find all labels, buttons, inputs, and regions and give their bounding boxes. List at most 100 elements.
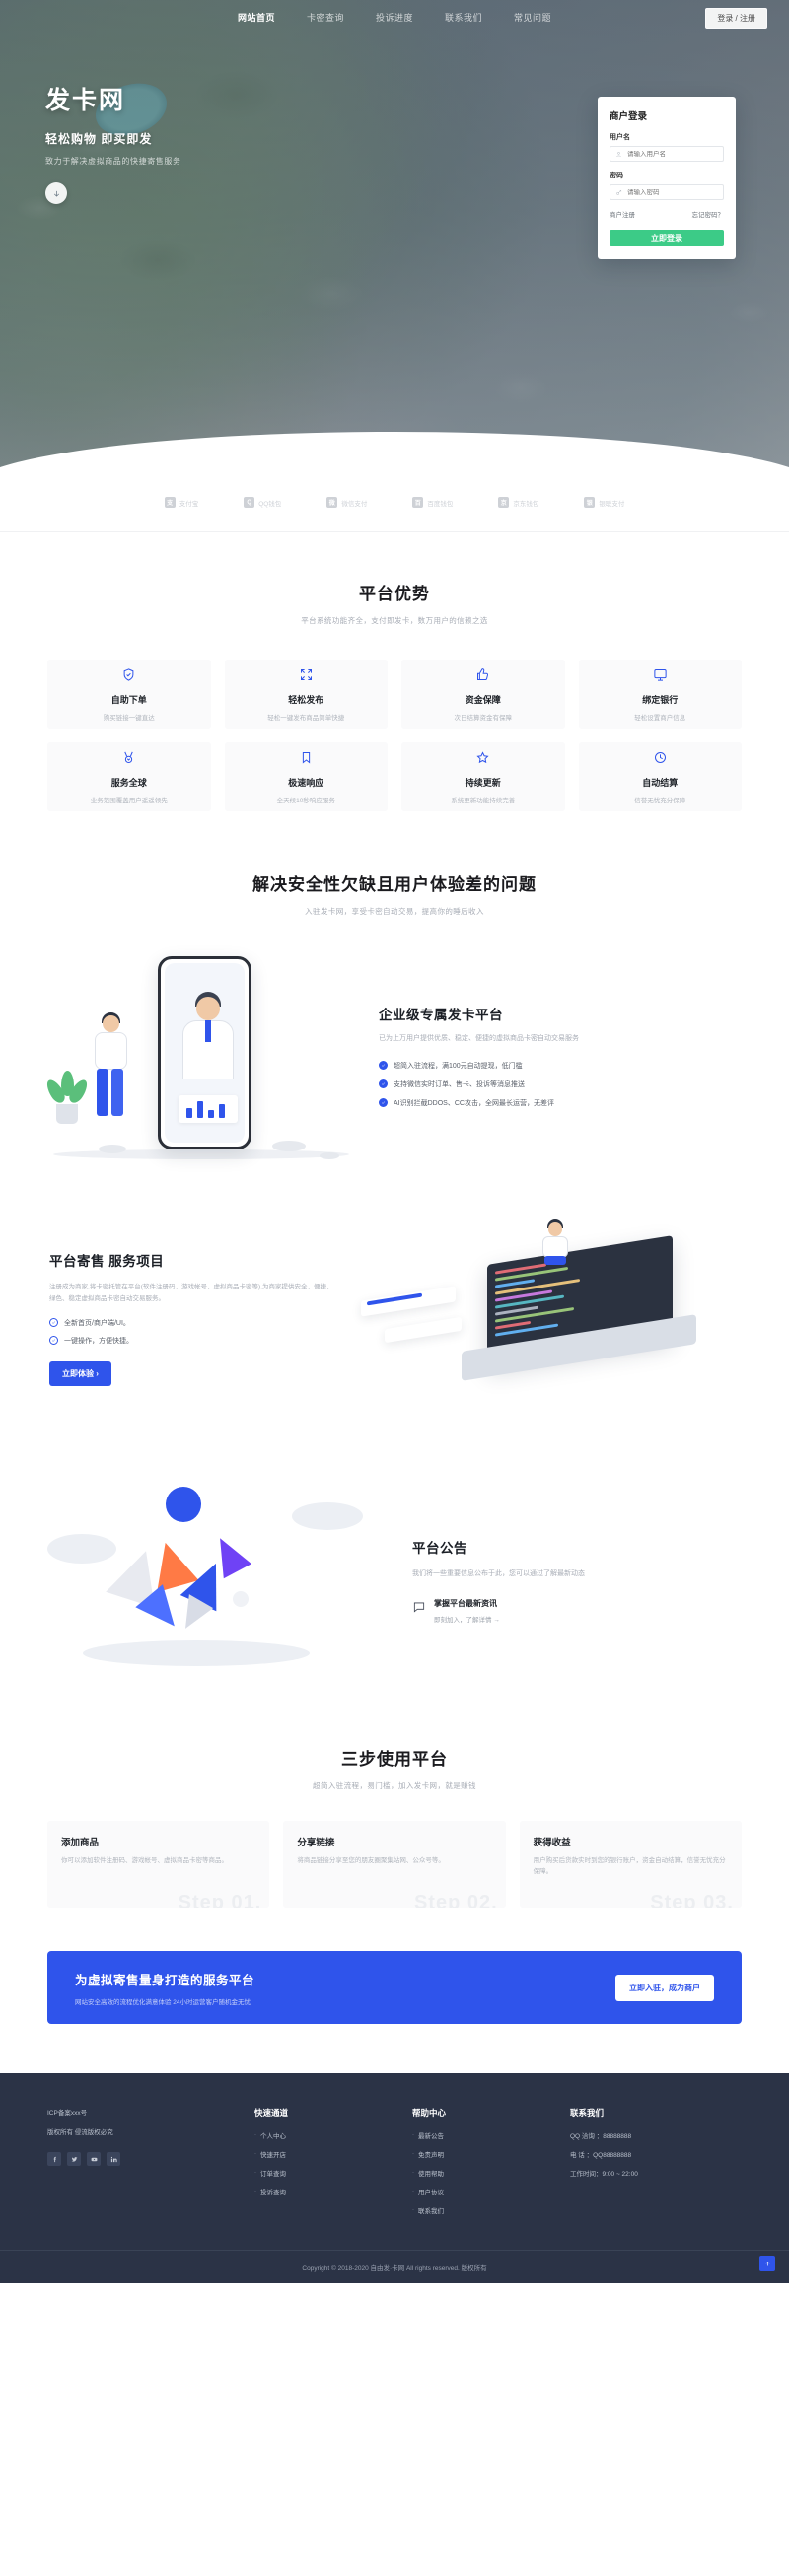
step-card-share-link[interactable]: 分享链接 将商品链接分享至您的朋友圈聚集站网、公众号等。 Step 02.: [283, 1821, 506, 1908]
hero-copy: 发卡网 轻松购物 即买即发 致力于解决虚拟商品的快捷寄售服务: [45, 81, 181, 204]
footer-columns: ICP备案xxx号 版权所有 侵流版权必究 快速通道 · 个人中心 · 快速开店 ·…: [47, 2107, 742, 2224]
advantage-card-easy-publish[interactable]: 轻松发布 轻松一键发布商品简单快捷: [224, 660, 388, 729]
solution-bullet-list: 超简入驻流程，满100元自动提现，低门槛 支持微信实时订单、售卡、投诉等消息推送…: [379, 1061, 750, 1108]
twitter-icon[interactable]: [67, 2152, 81, 2166]
bullet-icon: ·: [412, 2151, 414, 2157]
solution-title: 解决安全性欠缺且用户体验差的问题: [252, 875, 537, 894]
clock-icon: [654, 751, 666, 763]
advantage-card-bind-bank[interactable]: 绑定银行 轻松设置商户信息: [578, 660, 742, 729]
advantage-card-continuous-update[interactable]: 持续更新 系统更新功能持续完善: [401, 742, 565, 811]
floating-card: [385, 1316, 462, 1344]
footer-bottom-bar: Copyright © 2018-2020 自由发·卡网 All rights …: [0, 2250, 789, 2283]
youtube-icon[interactable]: [87, 2152, 101, 2166]
advantage-card-self-order[interactable]: 自助下单 购买链接一键直达: [47, 660, 211, 729]
partner-label: 京东钱包: [513, 500, 539, 508]
cta-join-button[interactable]: 立即入驻，成为商户: [615, 1974, 714, 2001]
steps-section: 三步使用平台 超简入驻流程，易门槛，加入发卡网，就是赚钱 添加商品 你可以添加软…: [0, 1684, 789, 1908]
footer-link-label: 订单查询: [260, 2171, 286, 2178]
nav-link-card-query[interactable]: 卡密查询: [307, 11, 344, 24]
person-leg-right: [111, 1069, 123, 1116]
advantage-card-fund-guarantee[interactable]: 资金保障 次日结算资金有保障: [401, 660, 565, 729]
bullet-icon: ·: [254, 2151, 256, 2157]
advantage-card-global-service[interactable]: 服务全球 业务范围覆盖用户遥遥领先: [47, 742, 211, 811]
footer-link-usage-help[interactable]: · 使用帮助: [412, 2168, 570, 2178]
footer-link-user-agreement[interactable]: · 用户协议: [412, 2187, 570, 2196]
advantage-desc: 购买链接一键直达: [103, 714, 155, 722]
linkedin-icon[interactable]: [107, 2152, 120, 2166]
cta-section: 为虚拟寄售量身打造的服务平台 网站安全高效的流程优化满意体验 24小时运营客户随…: [0, 1908, 789, 2073]
step-card-earn-income[interactable]: 获得收益 用户购买后货款实时到您的银行账户，资金自动结算，信誉无忧充分保障。 S…: [519, 1821, 742, 1908]
announcement-section: 平台公告 我们将一些重要信息公布于此，您可以通过了解最新动态 掌握平台最新资讯 …: [0, 1412, 789, 1684]
consignment-bullet-text: 全新首页/商户端/UI。: [64, 1319, 130, 1327]
footer-link-personal-center[interactable]: · 个人中心: [254, 2130, 412, 2140]
password-field[interactable]: [610, 184, 724, 200]
unionpay-icon: 银: [584, 497, 596, 508]
cta-title: 为虚拟寄售量身打造的服务平台: [75, 1973, 255, 1987]
footer-link-quick-shop[interactable]: · 快速开店: [254, 2149, 412, 2159]
chat-icon: [413, 1602, 425, 1613]
bullet-icon: ·: [254, 2189, 256, 2194]
footer-link-order-query[interactable]: · 订单查询: [254, 2168, 412, 2178]
step-card-add-product[interactable]: 添加商品 你可以添加软件注册码、游戏帐号、虚拟商品卡密等商品。 Step 01.: [47, 1821, 270, 1908]
step-desc: 将商品链接分享至您的朋友圈聚集站网、公众号等。: [297, 1857, 445, 1864]
footer-rights: 版权所有 侵流版权必究: [47, 2129, 113, 2136]
forgot-password-link[interactable]: 忘记密码？: [692, 209, 725, 219]
footer-heading: 帮助中心: [412, 2108, 447, 2118]
nav-link-contact[interactable]: 联系我们: [445, 11, 482, 24]
nav-links: 网站首页 卡密查询 投诉进度 联系我们 常见问题: [238, 11, 551, 24]
footer-heading: 快速通道: [254, 2108, 289, 2118]
advantages-section: 平台优势 平台系统功能齐全，支付即发卡，数万用户的信赖之选 自助下单 购买链接一…: [0, 532, 789, 811]
bullet-icon: ·: [254, 2170, 256, 2176]
step-name: 添加商品: [61, 1838, 100, 1848]
footer-link-label: 投诉查询: [260, 2190, 286, 2196]
announcement-card-desc[interactable]: 即刻加入，了解详情 →: [434, 1614, 500, 1624]
advantage-card-fast-response[interactable]: 极速响应 全天候10秒响应服务: [224, 742, 388, 811]
illustration-stone: [272, 1141, 306, 1151]
medal-icon: [124, 751, 133, 763]
hero-section: 网站首页 卡密查询 投诉进度 联系我们 常见问题 登录 / 注册 发卡网 轻松购…: [0, 0, 789, 473]
footer-link-complaint-query[interactable]: · 投诉查询: [254, 2187, 412, 2196]
footer-link-disclaimer[interactable]: · 免责声明: [412, 2149, 570, 2159]
solution-bullet: AI识别拦截DDOS、CC攻击，全网最长运营，无差评: [379, 1098, 750, 1108]
solution-bullet-text: 超简入驻流程，满100元自动提现，低门槛: [394, 1062, 523, 1070]
facebook-icon[interactable]: [47, 2152, 61, 2166]
experience-now-button[interactable]: 立即体验 ›: [49, 1360, 111, 1386]
consignment-bullet: 一键操作，方便快捷。: [49, 1336, 335, 1346]
partner-label: 银联支付: [599, 500, 625, 508]
username-input[interactable]: [627, 150, 718, 158]
person-head: [548, 1222, 562, 1236]
bullet-icon: ·: [412, 2170, 414, 2176]
password-input[interactable]: [627, 188, 718, 196]
announcement-text-block: 平台公告 我们将一些重要信息公布于此，您可以通过了解最新动态 掌握平台最新资讯 …: [396, 1537, 750, 1623]
jd-wallet-icon: 京: [498, 497, 510, 508]
solution-bullet-text: 支持微信实时订单、售卡、投诉等消息推送: [394, 1080, 525, 1088]
back-to-top-button[interactable]: [759, 2256, 775, 2271]
footer-link-latest-notice[interactable]: · 最新公告: [412, 2130, 570, 2140]
consignment-section: 平台寄售 服务项目 注册成为商家,将卡密托管在平台(软件注册码、游戏帐号、虚拟商…: [0, 1169, 789, 1412]
footer-icp: ICP备案xxx号: [47, 2110, 88, 2117]
login-register-button[interactable]: 登录 / 注册: [705, 8, 767, 29]
announcement-card[interactable]: 掌握平台最新资讯 即刻加入，了解详情 →: [412, 1598, 750, 1624]
username-field[interactable]: [610, 146, 724, 162]
partner-label: 支付宝: [179, 500, 199, 508]
steps-subtitle: 超简入驻流程，易门槛，加入发卡网，就是赚钱: [313, 1781, 476, 1790]
login-submit-button[interactable]: 立即登录: [610, 230, 724, 246]
partner-jd-wallet: 京 京东钱包: [498, 497, 538, 508]
person-illustration: [85, 1012, 142, 1134]
person-leg-left: [97, 1069, 108, 1116]
solution-bullet-text: AI识别拦截DDOS、CC攻击，全网最长运营，无差评: [394, 1099, 554, 1107]
alipay-icon: 支: [164, 497, 176, 508]
footer-link-label: 最新公告: [418, 2133, 444, 2140]
check-outline-icon: [49, 1336, 58, 1346]
nav-link-home[interactable]: 网站首页: [238, 11, 275, 24]
scroll-down-button[interactable]: [45, 182, 67, 204]
advantage-card-auto-settlement[interactable]: 自动结算 信誉无忧充分保障: [578, 742, 742, 811]
steps-grid: 添加商品 你可以添加软件注册码、游戏帐号、虚拟商品卡密等商品。 Step 01.…: [47, 1821, 742, 1908]
check-circle-icon: [379, 1079, 388, 1089]
footer-link-contact-us[interactable]: · 联系我们: [412, 2205, 570, 2215]
merchant-register-link[interactable]: 商户注册: [610, 209, 635, 219]
nav-link-faq[interactable]: 常见问题: [514, 11, 551, 24]
advantage-desc: 全天候10秒响应服务: [276, 797, 335, 804]
advantages-grid: 自助下单 购买链接一键直达 轻松发布 轻松一键发布商品简单快捷 资金保障 次日结…: [47, 660, 742, 811]
nav-link-complaint[interactable]: 投诉进度: [376, 11, 413, 24]
